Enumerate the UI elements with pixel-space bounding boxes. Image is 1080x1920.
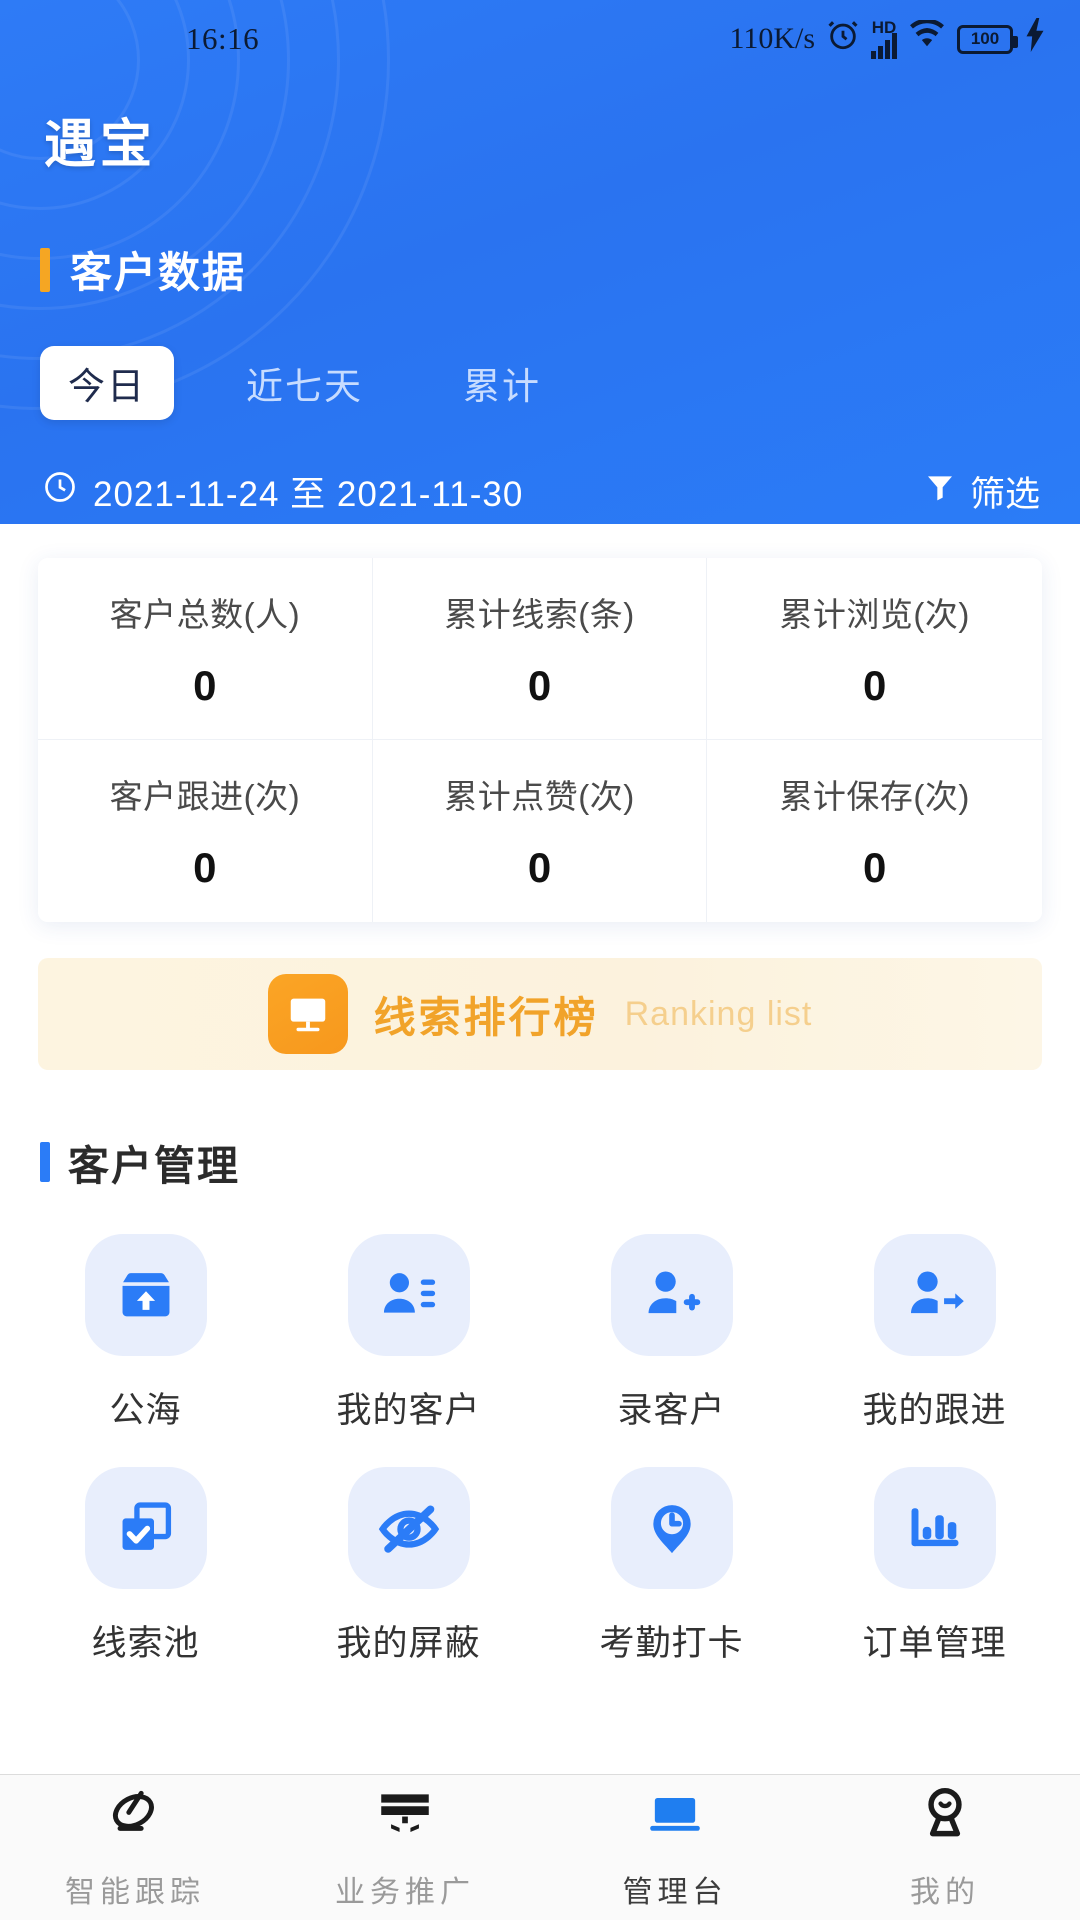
nav-item-label: 管理台	[622, 1876, 728, 1909]
date-filter-row: 2021-11-24 至 2021-11-30 筛选	[42, 466, 1040, 517]
ranking-subtitle: Ranking list	[624, 994, 813, 1033]
app-root: 16:16 110K/s HD 100 遇宝 客户数据 今日 近七天 累计 20…	[0, 0, 1080, 1920]
stat-label: 客户跟进(次)	[109, 778, 301, 815]
menu-item-label: 我的屏蔽	[336, 1624, 481, 1663]
wifi-icon	[908, 18, 946, 58]
menu-item-label: 考勤打卡	[599, 1624, 744, 1663]
nav-item-label: 我的	[910, 1876, 980, 1909]
nav-item-smart-tracking[interactable]: 智能跟踪	[0, 1784, 270, 1911]
laptop-icon	[644, 1784, 706, 1851]
ranking-title: 线索排行榜	[373, 993, 599, 1041]
menu-item-lead-pool[interactable]: 线索池	[14, 1467, 277, 1666]
avatar-icon	[914, 1784, 976, 1851]
eye-off-icon	[347, 1467, 470, 1589]
menu-item-label: 我的跟进	[862, 1391, 1007, 1430]
nav-item-label: 智能跟踪	[65, 1876, 205, 1909]
funnel-icon	[924, 471, 956, 512]
menu-item-label: 线索池	[91, 1624, 200, 1663]
section-title: 客户管理	[68, 1143, 240, 1189]
menu-item-label: 我的客户	[336, 1391, 481, 1430]
battery-level-label: 100	[970, 29, 1000, 48]
main-content: 客户总数(人) 0 累计线索(条) 0 累计浏览(次) 0 客户跟进(次) 0 …	[0, 524, 1080, 1774]
network-speed-label: 110K/s	[729, 22, 815, 55]
status-indicators: 110K/s HD 100	[729, 18, 1046, 60]
stat-label: 累计点赞(次)	[444, 778, 635, 815]
monitor-icon	[374, 1784, 436, 1851]
menu-item-attendance-checkin[interactable]: 考勤打卡	[540, 1467, 803, 1666]
stat-cell[interactable]: 客户跟进(次) 0	[38, 740, 373, 922]
date-range-picker[interactable]: 2021-11-24 至 2021-11-30	[42, 466, 523, 517]
menu-item-my-blocklist[interactable]: 我的屏蔽	[277, 1467, 540, 1666]
customer-data-section-header: 客户数据	[40, 239, 1080, 300]
stat-cell[interactable]: 累计线索(条) 0	[372, 558, 708, 740]
stat-label: 客户总数(人)	[109, 595, 301, 633]
customer-management-grid: 公海 我的客户 录客户 我的跟进 线索池 我的屏蔽 考勤打卡 订单管理	[14, 1234, 1066, 1666]
stat-label: 累计保存(次)	[779, 778, 970, 815]
stat-cell[interactable]: 累计浏览(次) 0	[707, 558, 1042, 740]
stat-value: 0	[527, 844, 552, 891]
date-range-label: 2021-11-24 至 2021-11-30	[93, 475, 524, 514]
accent-bar	[40, 1142, 50, 1182]
stat-value: 0	[862, 661, 887, 709]
nav-item-console[interactable]: 管理台	[540, 1784, 810, 1911]
customer-management-section-header: 客户管理	[40, 1132, 1080, 1192]
filter-button[interactable]: 筛选	[924, 466, 1040, 517]
status-bar: 16:16 110K/s HD 100	[0, 0, 1080, 78]
bar-chart-icon	[873, 1467, 996, 1589]
stat-value: 0	[193, 844, 217, 891]
menu-item-label: 录客户	[617, 1391, 726, 1430]
stat-value: 0	[193, 661, 217, 709]
stat-label: 累计线索(条)	[444, 595, 635, 633]
status-time: 16:16	[186, 21, 260, 56]
radar-icon	[104, 1784, 166, 1851]
menu-item-public-pool[interactable]: 公海	[14, 1234, 277, 1433]
menu-item-my-customers[interactable]: 我的客户	[277, 1234, 540, 1433]
menu-item-label: 公海	[109, 1391, 182, 1430]
person-list-icon	[347, 1234, 470, 1356]
filter-label: 筛选	[969, 475, 1040, 514]
whiteboard-icon	[267, 974, 348, 1054]
stat-cell[interactable]: 客户总数(人) 0	[38, 558, 373, 740]
menu-item-order-management[interactable]: 订单管理	[803, 1467, 1066, 1666]
stat-cell[interactable]: 累计点赞(次) 0	[372, 740, 708, 922]
period-tabs: 今日 近七天 累计	[40, 346, 1080, 420]
menu-item-label: 订单管理	[862, 1624, 1007, 1663]
hd-signal-group: HD	[871, 19, 897, 59]
bottom-navigation: 智能跟踪 业务推广 管理台 我的	[0, 1774, 1080, 1920]
accent-bar	[40, 247, 50, 292]
tab-last-seven-days[interactable]: 近七天	[218, 346, 391, 420]
tab-total[interactable]: 累计	[435, 346, 569, 420]
box-upload-icon	[84, 1234, 207, 1356]
nav-item-business-promotion[interactable]: 业务推广	[270, 1784, 540, 1911]
stat-value: 0	[862, 844, 887, 891]
person-add-icon	[610, 1234, 733, 1356]
page-title: 客户数据	[70, 249, 247, 296]
stats-grid: 客户总数(人) 0 累计线索(条) 0 累计浏览(次) 0 客户跟进(次) 0 …	[38, 558, 1042, 922]
stat-label: 累计浏览(次)	[779, 595, 970, 633]
tab-today[interactable]: 今日	[40, 346, 174, 420]
battery-icon: 100	[957, 24, 1018, 54]
alarm-clock-icon	[826, 18, 860, 60]
menu-item-my-followup[interactable]: 我的跟进	[803, 1234, 1066, 1433]
menu-item-add-customer[interactable]: 录客户	[540, 1234, 803, 1433]
app-logo: 遇宝	[44, 116, 157, 174]
ranking-list-banner[interactable]: 线索排行榜 Ranking list	[38, 958, 1042, 1070]
stat-value: 0	[527, 661, 552, 709]
nav-item-label: 业务推广	[335, 1876, 475, 1909]
cellular-signal-icon	[871, 33, 897, 59]
header-panel: 16:16 110K/s HD 100 遇宝 客户数据 今日 近七天 累计 20…	[0, 0, 1080, 524]
clock-icon	[42, 469, 78, 514]
stat-cell[interactable]: 累计保存(次) 0	[707, 740, 1042, 922]
charging-bolt-icon	[1024, 18, 1046, 60]
nav-item-profile[interactable]: 我的	[810, 1784, 1080, 1911]
clock-pin-icon	[610, 1467, 733, 1589]
person-arrow-icon	[873, 1234, 996, 1356]
copy-check-icon	[84, 1467, 207, 1589]
